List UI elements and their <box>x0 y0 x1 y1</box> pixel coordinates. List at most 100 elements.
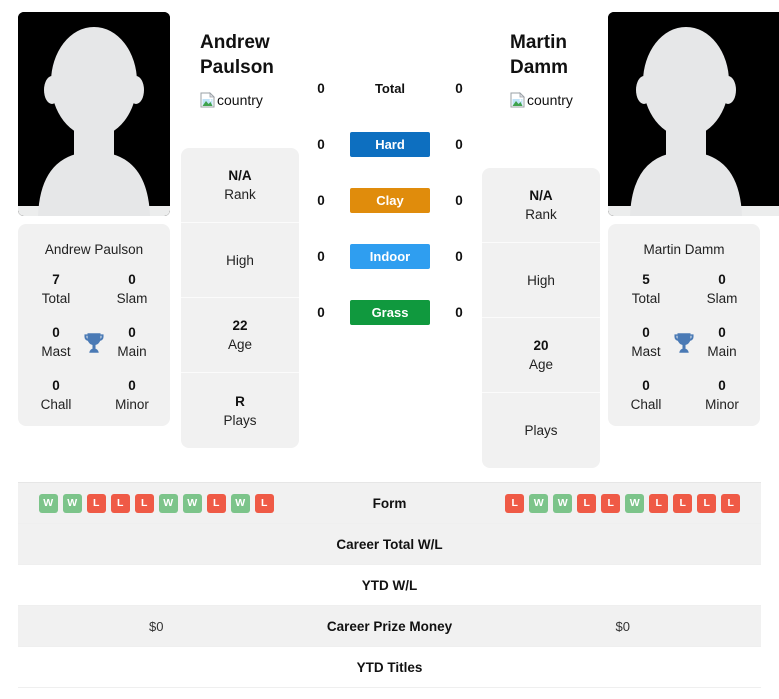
surface-breakdown: 0 Total 0 0 Hard 0 0 Clay 0 0 Indoor 0 0 Grass 0 <box>310 60 470 340</box>
titles-card-name: Andrew Paulson <box>44 242 144 257</box>
comparison-header: Andrew Paulson country Martin Damm count… <box>0 0 779 480</box>
trophy-icon <box>674 332 694 353</box>
info-label: Plays <box>524 423 558 438</box>
table-row-label: Career Total W/L <box>336 536 443 552</box>
player-comparison-page: Andrew Paulson country Martin Damm count… <box>0 0 779 699</box>
form-badge: W <box>529 493 549 513</box>
titles-cell-chall: 0 Chall <box>630 378 662 412</box>
comparison-table: W W L L L W W L W L Form L W W L L W L L L L Career Total W/L… <box>18 482 761 688</box>
table-cell-left: $0 <box>18 619 295 634</box>
surface-row-total: 0 Total 0 <box>310 60 470 116</box>
surface-badge-indoor: Indoor <box>350 243 430 269</box>
titles-grid: 7 Total 0 Slam 0 Mast 0 Main 0 Chall 0 M… <box>18 271 170 414</box>
titles-cell-slam: 0 Slam <box>706 272 738 306</box>
form-badge: L <box>697 493 717 513</box>
form-badge: W <box>38 493 58 513</box>
surface-badge-total: Total <box>374 80 406 96</box>
info-label: High <box>527 272 555 288</box>
table-row-label: YTD W/L <box>361 577 418 593</box>
table-cell-right: $0 <box>485 619 762 634</box>
table-row-label: Career Prize Money <box>326 618 453 634</box>
form-badge: L <box>721 493 741 513</box>
info-row-plays: R Plays <box>181 373 299 448</box>
surface-row-clay: 0 Clay 0 <box>310 172 470 228</box>
info-row-rank: N/A Rank <box>181 148 299 223</box>
info-value: 22 <box>232 318 248 333</box>
table-cell-value: $0 <box>149 618 164 634</box>
titles-cell-slam: 0 Slam <box>116 272 148 306</box>
table-row: $0 Career Prize Money $0 <box>18 606 761 647</box>
info-card-right: N/A Rank High 20 Age Plays <box>482 168 600 468</box>
player-name-left-line1: Andrew <box>200 32 270 53</box>
surface-value-right: 0 <box>455 80 463 96</box>
form-badge: L <box>110 493 130 513</box>
country-alt-text-right: country <box>527 92 573 108</box>
info-row-plays: Plays <box>482 393 600 468</box>
form-badge: W <box>62 493 82 513</box>
surface-row-grass: 0 Grass 0 <box>310 284 470 340</box>
form-badge: L <box>649 493 669 513</box>
form-badge: W <box>230 493 250 513</box>
info-label: Age <box>227 337 253 352</box>
avatar-silhouette-icon <box>18 12 170 216</box>
info-label: Plays <box>223 412 257 428</box>
info-row-age: 22 Age <box>181 298 299 373</box>
surface-badge-clay: Clay <box>350 187 430 213</box>
surface-value-left: 0 <box>317 80 325 96</box>
form-badge: L <box>134 493 154 513</box>
titles-cell-minor: 0 Minor <box>115 378 149 412</box>
table-row: YTD Titles <box>18 647 761 688</box>
surface-badge-grass: Grass <box>350 299 430 325</box>
player-name-right-line2: Damm <box>510 57 569 78</box>
form-badge: W <box>553 493 573 513</box>
form-badge: L <box>254 493 274 513</box>
form-badge: L <box>601 493 621 513</box>
table-cell-right: LWWLLWLLLL <box>485 493 762 513</box>
info-label: Age <box>528 357 554 372</box>
avatar-left <box>18 12 170 216</box>
broken-image-icon <box>200 92 215 108</box>
surface-value-right: 0 <box>455 304 463 320</box>
country-flag-left: country <box>200 92 320 108</box>
titles-cell-total: 7 Total <box>41 272 71 306</box>
form-badge: W <box>158 493 178 513</box>
table-cell-left: WWLLLWWLWL <box>18 493 295 513</box>
form-badge: L <box>206 493 226 513</box>
surface-row-hard: 0 Hard 0 <box>310 116 470 172</box>
form-badge: W <box>625 493 645 513</box>
surface-value-right: 0 <box>455 248 463 264</box>
table-row: Career Total W/L <box>18 524 761 565</box>
surface-row-indoor: 0 Indoor 0 <box>310 228 470 284</box>
info-row-rank: N/A Rank <box>482 168 600 243</box>
info-row-high: High <box>482 243 600 318</box>
titles-card-left: Andrew Paulson 7 Total 0 Slam 0 Mast 0 M… <box>18 224 170 426</box>
table-row: YTD W/L <box>18 565 761 606</box>
player-name-left: Andrew Paulson country <box>200 30 320 108</box>
player-name-right-line1: Martin <box>510 32 567 53</box>
surface-value-left: 0 <box>317 136 325 152</box>
titles-card-right: Martin Damm 5 Total 0 Slam 0 Mast 0 Main <box>608 224 760 426</box>
form-badge: L <box>673 493 693 513</box>
surface-value-left: 0 <box>317 304 325 320</box>
form-badge: L <box>505 493 525 513</box>
trophy-icon <box>84 332 104 353</box>
table-cell-value: $0 <box>615 618 630 634</box>
info-label: High <box>226 252 254 268</box>
table-row-label: Form <box>372 495 407 511</box>
info-label: Rank <box>525 207 557 222</box>
info-value: N/A <box>529 188 553 203</box>
broken-image-icon <box>510 92 525 108</box>
table-row: W W L L L W W L W L Form L W W L L W L L L L <box>18 483 761 524</box>
info-card-left: N/A Rank High 22 Age R Plays <box>181 148 299 448</box>
info-value: 20 <box>533 338 549 353</box>
info-value: N/A <box>228 168 252 183</box>
info-value: R <box>235 393 245 409</box>
surface-value-right: 0 <box>455 136 463 152</box>
surface-value-left: 0 <box>317 248 325 264</box>
titles-cell-minor: 0 Minor <box>705 378 739 412</box>
surface-value-right: 0 <box>455 192 463 208</box>
titles-card-name: Martin Damm <box>643 242 725 257</box>
form-badge: L <box>86 493 106 513</box>
country-flag-right: country <box>510 92 640 108</box>
titles-grid: 5 Total 0 Slam 0 Mast 0 Main 0 Chall 0 M… <box>608 271 760 414</box>
